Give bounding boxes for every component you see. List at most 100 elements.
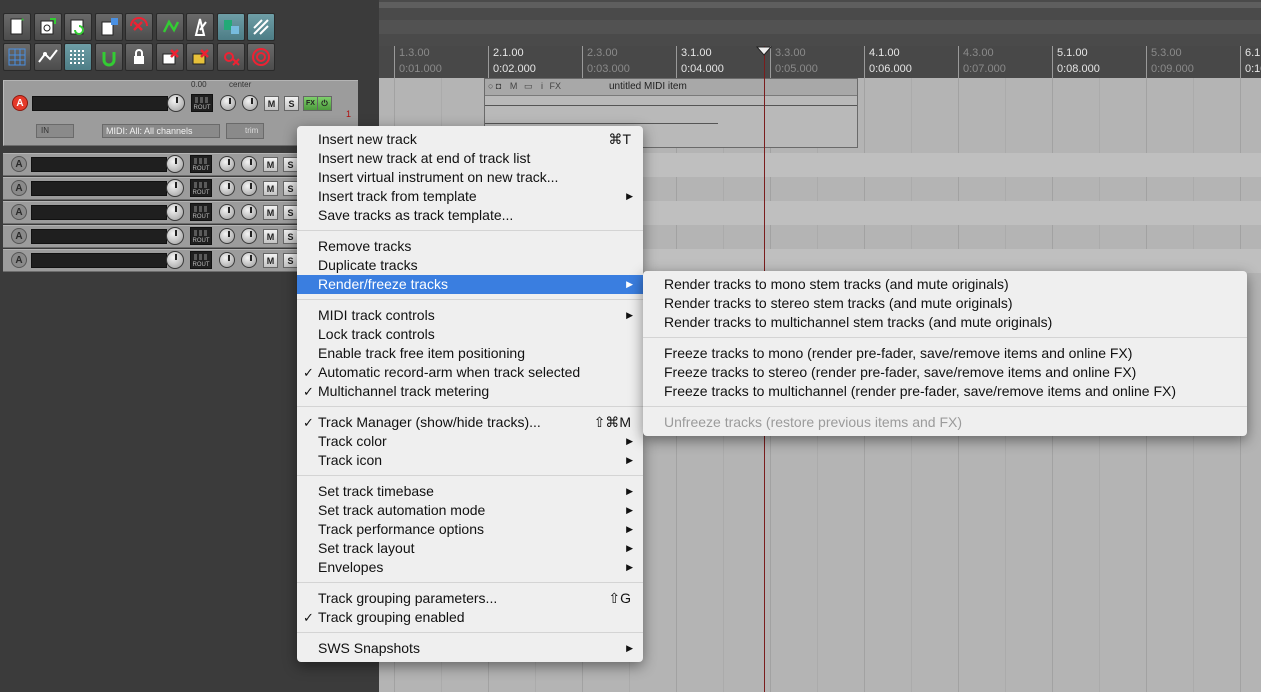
midi-input-select[interactable]: MIDI: All: All channels	[102, 124, 220, 138]
track-name-field[interactable]	[32, 96, 168, 111]
solo-button[interactable]: S	[283, 253, 298, 268]
width-knob[interactable]	[241, 204, 257, 220]
menu-item-freeze-tracks-to-mono-render-pre-fader-save-remove-items-and-online-fx[interactable]: Freeze tracks to mono (render pre-fader,…	[643, 344, 1247, 363]
solo-button[interactable]: S	[283, 205, 298, 220]
lock-button[interactable]	[125, 43, 153, 71]
snap-button[interactable]	[216, 13, 245, 41]
menu-item-set-track-layout[interactable]: Set track layout ▶	[297, 539, 643, 558]
mute-button[interactable]: M	[263, 253, 278, 268]
pan-knob[interactable]	[220, 95, 236, 111]
save-project-button[interactable]	[64, 13, 92, 41]
item-fx-flag[interactable]: FX	[549, 81, 561, 91]
menu-item-track-performance-options[interactable]: Track performance options ▶	[297, 520, 643, 539]
menu-item-envelopes[interactable]: Envelopes ▶	[297, 558, 643, 577]
delete-item-button[interactable]	[186, 43, 214, 71]
route-button[interactable]: ROUT	[190, 227, 212, 245]
mute-button[interactable]: M	[263, 157, 278, 172]
record-arm-button[interactable]: A	[11, 252, 27, 268]
menu-item-duplicate-tracks[interactable]: Duplicate tracks	[297, 256, 643, 275]
track-name-field[interactable]	[31, 229, 167, 244]
menu-item-enable-track-free-item-positioning[interactable]: Enable track free item positioning	[297, 344, 643, 363]
pan-knob[interactable]	[219, 204, 235, 220]
timeline-ruler[interactable]: 1.3.00 0:01.000 2.1.00 0:02.000 2.3.00 0:03.0…	[379, 46, 1261, 78]
track-name-field[interactable]	[31, 253, 167, 268]
arrange-scrollbar-area[interactable]	[379, 0, 1261, 46]
new-project-button[interactable]: *	[3, 13, 31, 41]
pan-knob[interactable]	[219, 180, 235, 196]
item-lock-icon[interactable]: ○ ◘	[488, 81, 501, 91]
item-notes-icon[interactable]: ▭	[524, 81, 533, 91]
menu-item-freeze-tracks-to-stereo-render-pre-fader-save-remove-items-and-online-fx[interactable]: Freeze tracks to stereo (render pre-fade…	[643, 363, 1247, 382]
track-name-field[interactable]	[31, 205, 167, 220]
solo-button[interactable]: S	[283, 181, 298, 196]
metronome-button[interactable]	[186, 13, 214, 41]
grid-button[interactable]	[3, 43, 31, 71]
menu-item-insert-track-from-template[interactable]: Insert track from template ▶	[297, 187, 643, 206]
record-arm-button[interactable]: A	[11, 204, 27, 220]
volume-knob[interactable]	[166, 179, 184, 197]
undo-button[interactable]	[125, 13, 153, 41]
menu-item-insert-new-track[interactable]: Insert new track ⌘T	[297, 130, 643, 149]
input-select[interactable]: IN	[36, 124, 74, 138]
project-settings-button[interactable]	[94, 13, 123, 41]
track-name-field[interactable]	[31, 181, 167, 196]
open-project-button[interactable]	[33, 13, 62, 41]
menu-item-render-tracks-to-multichannel-stem-tracks-and-mute-originals[interactable]: Render tracks to multichannel stem track…	[643, 313, 1247, 332]
menu-item-insert-virtual-instrument-on-new-track[interactable]: Insert virtual instrument on new track..…	[297, 168, 643, 187]
menu-item-set-track-automation-mode[interactable]: Set track automation mode ▶	[297, 501, 643, 520]
horizontal-scrollbar[interactable]	[379, 2, 1261, 8]
menu-item-automatic-record-arm-when-track-selected[interactable]: ✓ Automatic record-arm when track selecte…	[297, 363, 643, 382]
menu-item-track-grouping-enabled[interactable]: ✓ Track grouping enabled	[297, 608, 643, 627]
item-info-flag[interactable]: i	[541, 81, 543, 91]
ripple-edit-button[interactable]	[247, 13, 275, 41]
menu-item-save-tracks-as-track-template[interactable]: Save tracks as track template...	[297, 206, 643, 225]
redo-button[interactable]	[155, 13, 184, 41]
volume-knob[interactable]	[167, 94, 185, 112]
record-arm-button[interactable]: A	[11, 180, 27, 196]
route-button[interactable]: ROUT	[190, 179, 212, 197]
volume-knob[interactable]	[166, 251, 184, 269]
menu-item-freeze-tracks-to-multichannel-render-pre-fader-save-remove-items-and-online-fx[interactable]: Freeze tracks to multichannel (render pr…	[643, 382, 1247, 401]
route-button[interactable]: ROUT	[190, 155, 212, 173]
mute-button[interactable]: M	[263, 181, 278, 196]
trim-button[interactable]: trim	[226, 123, 264, 139]
menu-item-insert-new-track-at-end-of-track-list[interactable]: Insert new track at end of track list	[297, 149, 643, 168]
menu-item-render-tracks-to-mono-stem-tracks-and-mute-originals[interactable]: Render tracks to mono stem tracks (and m…	[643, 275, 1247, 294]
menu-item-track-color[interactable]: Track color ▶	[297, 432, 643, 451]
menu-item-remove-tracks[interactable]: Remove tracks	[297, 237, 643, 256]
pan-knob[interactable]	[219, 156, 235, 172]
envelope-button[interactable]	[33, 43, 62, 71]
solo-button[interactable]: S	[284, 96, 299, 111]
menu-item-midi-track-controls[interactable]: MIDI track controls ▶	[297, 306, 643, 325]
width-knob[interactable]	[241, 180, 257, 196]
width-knob[interactable]	[242, 95, 258, 111]
menu-item-multichannel-track-metering[interactable]: ✓ Multichannel track metering	[297, 382, 643, 401]
pan-knob[interactable]	[219, 252, 235, 268]
mute-item-button[interactable]	[155, 43, 184, 71]
menu-item-render-freeze-tracks[interactable]: Render/freeze tracks ▶	[297, 275, 643, 294]
menu-item-set-track-timebase[interactable]: Set track timebase ▶	[297, 482, 643, 501]
item-mute-flag[interactable]: M	[510, 81, 518, 91]
volume-knob[interactable]	[166, 227, 184, 245]
menu-item-lock-track-controls[interactable]: Lock track controls	[297, 325, 643, 344]
auto-crossfade-button[interactable]	[247, 43, 275, 71]
fx-bypass-button[interactable]: ⏻	[317, 96, 332, 111]
menu-item-track-grouping-parameters[interactable]: Track grouping parameters... ⇧G	[297, 589, 643, 608]
loop-button[interactable]	[94, 43, 123, 71]
menu-item-sws-snapshots[interactable]: SWS Snapshots ▶	[297, 639, 643, 658]
mute-button[interactable]: M	[263, 205, 278, 220]
record-mode-button[interactable]	[216, 43, 245, 71]
playhead-marker-icon[interactable]	[756, 46, 772, 56]
route-button[interactable]: ROUT	[191, 94, 213, 112]
mute-button[interactable]: M	[263, 229, 278, 244]
record-arm-button[interactable]: A	[12, 95, 28, 111]
track-name-field[interactable]	[31, 157, 167, 172]
volume-knob[interactable]	[166, 203, 184, 221]
record-arm-button[interactable]: A	[11, 228, 27, 244]
record-arm-button[interactable]: A	[11, 156, 27, 172]
width-knob[interactable]	[241, 252, 257, 268]
menu-item-track-manager-show-hide-tracks[interactable]: ✓ Track Manager (show/hide tracks)... ⇧⌘M	[297, 413, 643, 432]
solo-button[interactable]: S	[283, 229, 298, 244]
width-knob[interactable]	[241, 228, 257, 244]
mute-button[interactable]: M	[264, 96, 279, 111]
